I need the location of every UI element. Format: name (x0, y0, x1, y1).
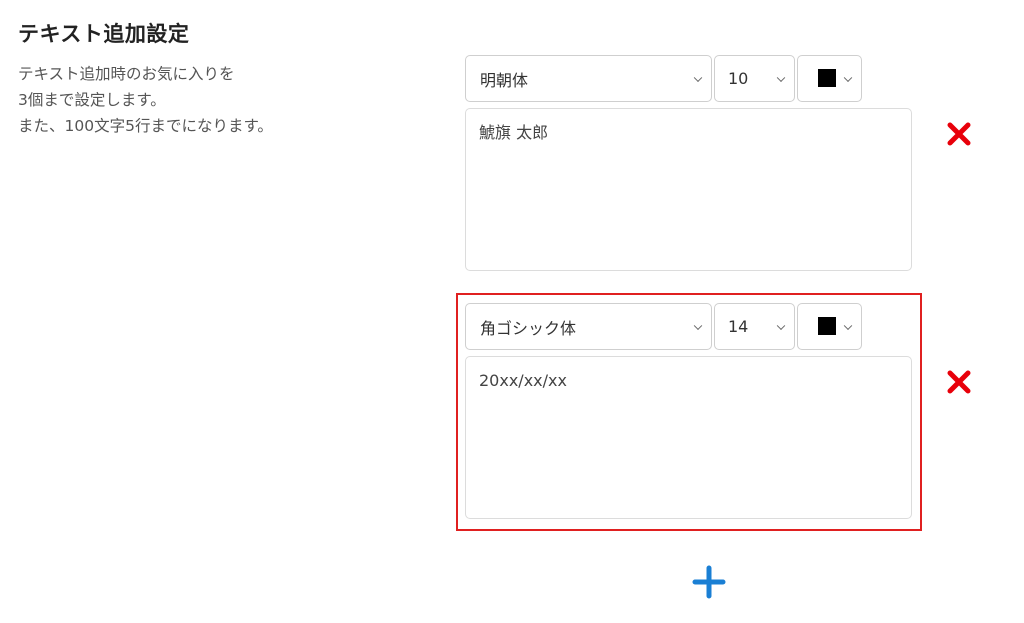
text-content-input[interactable]: 20xx/xx/xx (465, 356, 912, 519)
color-swatch (818, 68, 836, 87)
chevron-down-icon (693, 321, 703, 330)
font-family-select[interactable]: 角ゴシック体 (465, 303, 712, 350)
font-size-select[interactable]: 10 (714, 55, 795, 102)
text-setting-controls: 角ゴシック体 14 (465, 303, 913, 350)
plus-icon (692, 565, 726, 599)
chevron-down-icon (843, 321, 853, 330)
chevron-down-icon (776, 73, 786, 82)
settings-description: テキスト追加時のお気に入りを 3個まで設定します。 また、100文字5行までにな… (18, 61, 273, 139)
color-swatch (818, 316, 836, 335)
font-family-value: 角ゴシック体 (480, 318, 577, 338)
text-addition-settings-page: テキスト追加設定 テキスト追加時のお気に入りを 3個まで設定します。 また、10… (0, 0, 1024, 623)
text-setting-1: 明朝体 10 鯱旗 太郎 (465, 55, 913, 271)
text-content-input[interactable]: 鯱旗 太郎 (465, 108, 912, 271)
delete-text-setting-button[interactable] (944, 119, 974, 149)
chevron-down-icon (693, 73, 703, 82)
close-icon (947, 122, 971, 146)
description-line: また、100文字5行までになります。 (18, 117, 273, 135)
chevron-down-icon (843, 73, 853, 82)
font-size-value: 10 (728, 69, 749, 88)
text-setting-controls: 明朝体 10 (465, 55, 913, 102)
chevron-down-icon (776, 321, 786, 330)
font-color-select[interactable] (797, 303, 862, 350)
add-text-setting-button[interactable] (692, 565, 726, 599)
font-size-select[interactable]: 14 (714, 303, 795, 350)
text-setting-2: 角ゴシック体 14 20xx/xx/xx (465, 303, 913, 519)
page-title: テキスト追加設定 (18, 22, 190, 46)
delete-text-setting-button[interactable] (944, 367, 974, 397)
close-icon (947, 370, 971, 394)
font-family-value: 明朝体 (480, 70, 529, 90)
description-line: 3個まで設定します。 (18, 91, 166, 109)
description-line: テキスト追加時のお気に入りを (18, 65, 235, 83)
font-color-select[interactable] (797, 55, 862, 102)
font-size-value: 14 (728, 317, 749, 336)
font-family-select[interactable]: 明朝体 (465, 55, 712, 102)
